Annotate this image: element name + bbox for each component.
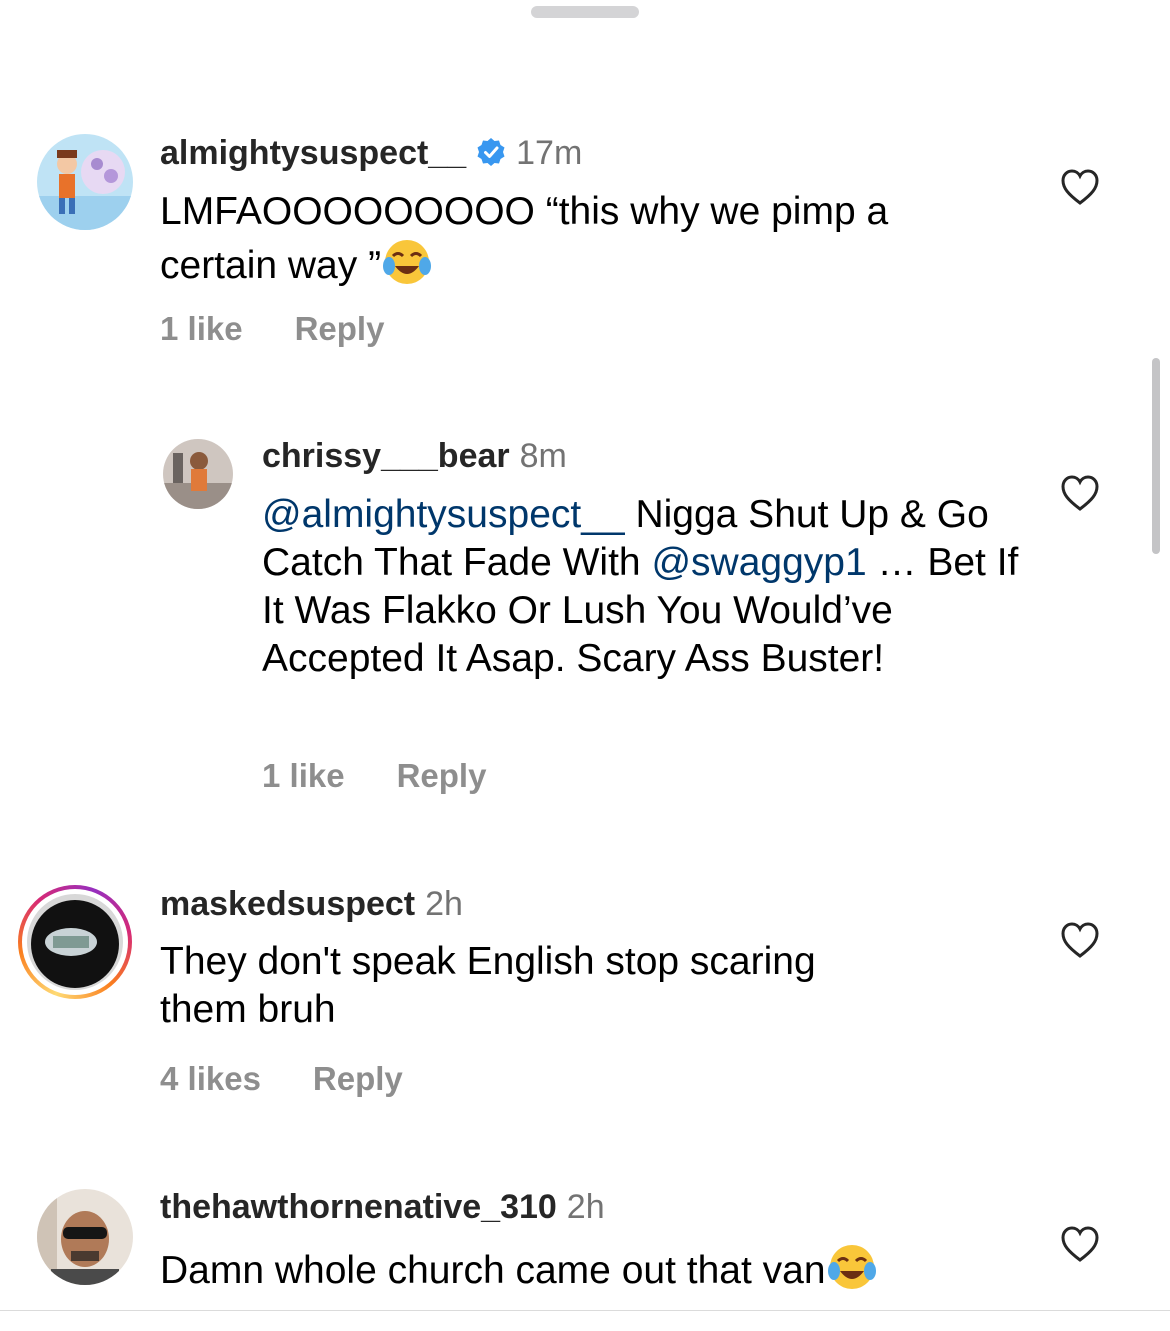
reply-button[interactable]: Reply (313, 1060, 403, 1097)
mention-link[interactable]: @almightysuspect__ (262, 493, 625, 536)
comment-text: Damn whole church came out that van (160, 1241, 1020, 1295)
comment-text-line: LMFAOOOOOOOOO “this why we pimp a (160, 190, 889, 233)
timestamp: 8m (519, 437, 567, 475)
heart-outline-icon[interactable] (1060, 168, 1100, 206)
likes-count[interactable]: 4 likes (160, 1060, 261, 1097)
timestamp: 17m (516, 134, 583, 172)
avatar-image (163, 439, 233, 509)
comment-text-line: them bruh (160, 988, 336, 1031)
avatar-image (37, 134, 133, 230)
face-with-tears-of-joy-emoji (827, 1245, 876, 1289)
avatar[interactable] (163, 439, 233, 509)
avatar[interactable] (37, 1189, 133, 1285)
comment-header: almightysuspect__ 17m (160, 133, 582, 173)
username[interactable]: chrissy___bear (262, 437, 510, 475)
comment-header: maskedsuspect 2h (160, 884, 463, 924)
comment-actions: 1 like Reply (262, 757, 486, 795)
story-ring[interactable] (18, 885, 132, 999)
likes-count[interactable]: 1 like (262, 757, 345, 794)
mention-link[interactable]: @swaggyp1 (651, 541, 866, 584)
timestamp: 2h (425, 885, 463, 923)
comment-text-line: They don't speak English stop scaring (160, 940, 816, 983)
username[interactable]: maskedsuspect (160, 885, 415, 923)
username[interactable]: almightysuspect__ (160, 134, 466, 172)
comment-text: @almightysuspect__ Nigga Shut Up & Go Ca… (262, 491, 1022, 683)
avatar[interactable] (37, 134, 133, 230)
avatar[interactable] (27, 894, 123, 990)
reply-button[interactable]: Reply (397, 757, 487, 794)
avatar-image (37, 1189, 133, 1285)
scrollbar[interactable] (1152, 358, 1160, 554)
comment-header: thehawthornenative_310 2h (160, 1187, 605, 1227)
face-with-tears-of-joy-emoji (383, 240, 432, 284)
timestamp: 2h (566, 1188, 605, 1226)
comment-text-line: certain way ” (160, 244, 382, 287)
comment-actions: 1 like Reply (160, 310, 384, 348)
comment-header: chrissy___bear 8m (262, 436, 567, 476)
likes-count[interactable]: 1 like (160, 310, 243, 347)
heart-outline-icon[interactable] (1060, 1225, 1100, 1263)
divider (0, 1310, 1170, 1311)
comment-actions: 4 likes Reply (160, 1060, 403, 1098)
heart-outline-icon[interactable] (1060, 921, 1100, 959)
avatar-image (27, 894, 123, 990)
comment-text: LMFAOOOOOOOOO “this why we pimp a certai… (160, 188, 980, 290)
heart-outline-icon[interactable] (1060, 474, 1100, 512)
username[interactable]: thehawthornenative_310 (160, 1188, 557, 1226)
sheet-grabber-handle[interactable] (531, 6, 639, 18)
comment-text-line: Damn whole church came out that van (160, 1249, 826, 1292)
reply-button[interactable]: Reply (295, 310, 385, 347)
comment-text: They don't speak English stop scaring th… (160, 938, 980, 1034)
verified-badge-icon (477, 138, 505, 166)
